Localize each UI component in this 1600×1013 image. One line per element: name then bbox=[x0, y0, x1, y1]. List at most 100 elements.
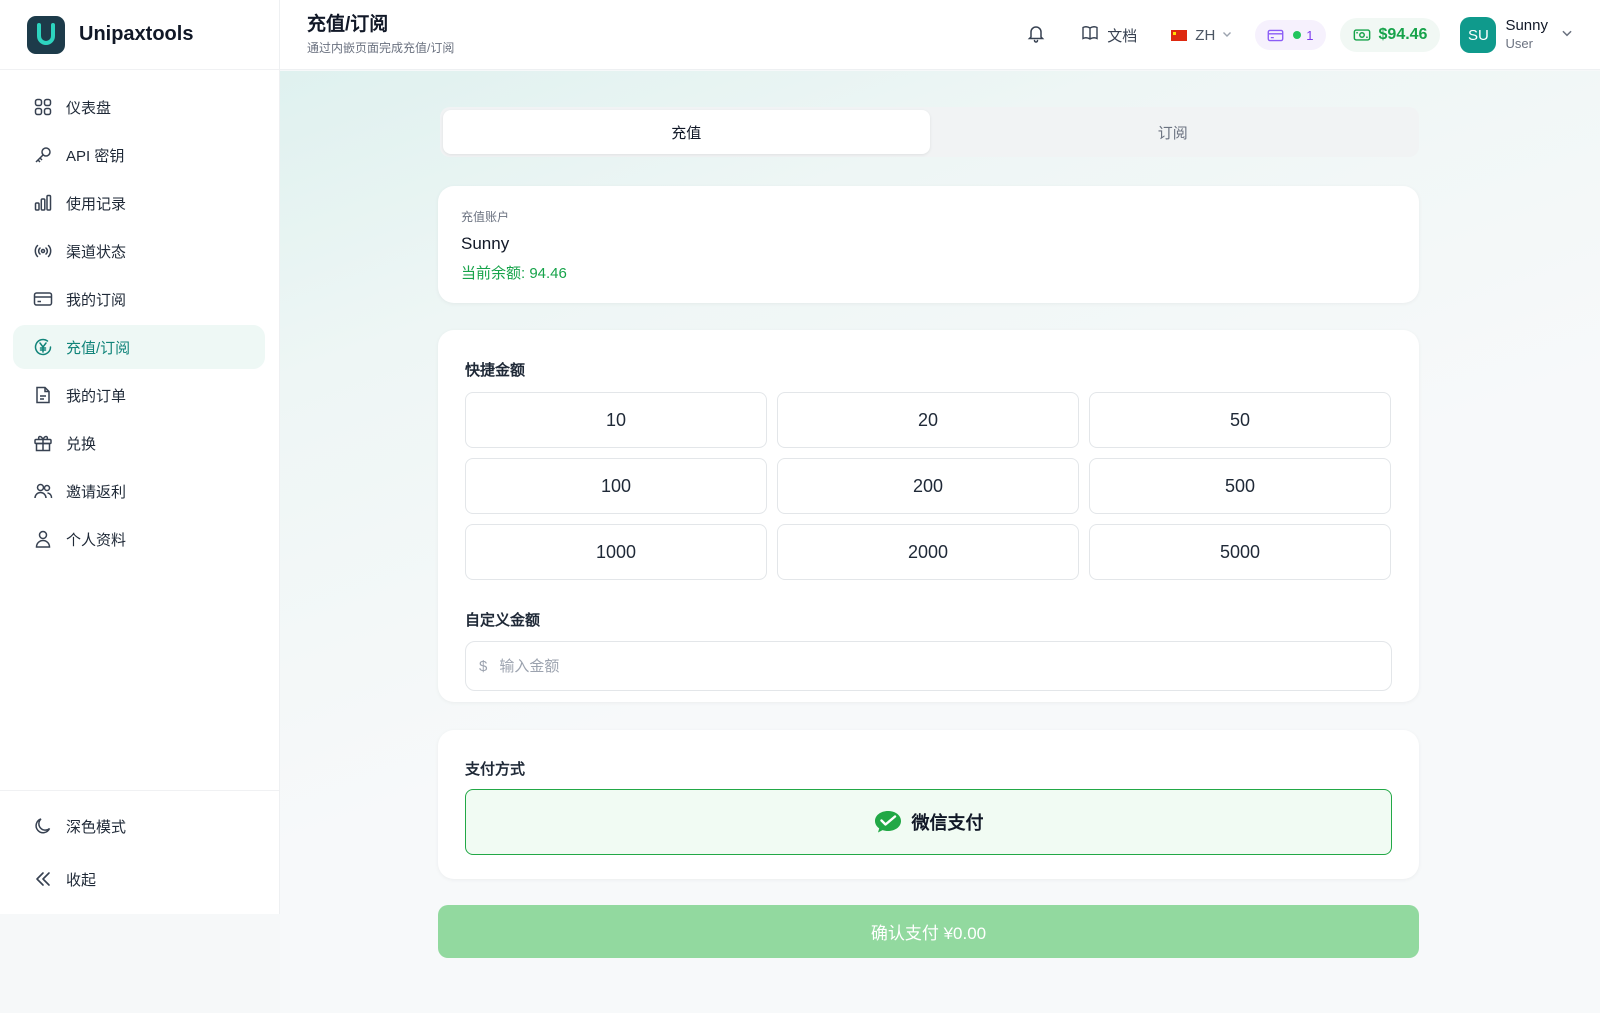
grid-icon bbox=[32, 96, 54, 118]
subscription-count: 1 bbox=[1306, 27, 1314, 43]
balance-amount: $94.46 bbox=[1378, 26, 1428, 43]
avatar: SU bbox=[1460, 17, 1497, 53]
sidebar-item-my-subscriptions[interactable]: 我的订阅 bbox=[13, 277, 265, 321]
amount-option-button[interactable]: 1000 bbox=[465, 524, 767, 580]
account-card: 充值账户 Sunny 当前余额: 94.46 bbox=[438, 186, 1419, 303]
document-icon bbox=[32, 384, 54, 406]
collapse-label: 收起 bbox=[66, 871, 97, 889]
sidebar-item-label: API 密钥 bbox=[66, 147, 125, 165]
sidebar-item-label: 使用记录 bbox=[66, 195, 127, 213]
book-icon bbox=[1081, 24, 1099, 46]
dark-mode-toggle[interactable]: 深色模式 bbox=[13, 804, 265, 848]
sidebar-item-label: 渠道状态 bbox=[66, 243, 127, 261]
payment-card: 支付方式 微信支付 bbox=[438, 730, 1419, 879]
sidebar-nav: 仪表盘 API 密钥 使用记录 渠道状态 我的订阅 充值/订阅 我的订单 兑换 … bbox=[0, 70, 279, 561]
bar-chart-icon bbox=[32, 192, 54, 214]
quick-amount-grid: 10 20 50 100 200 500 1000 2000 5000 bbox=[465, 392, 1392, 580]
custom-amount-input[interactable] bbox=[499, 657, 1391, 675]
sidebar-item-label: 我的订单 bbox=[66, 387, 127, 405]
sidebar-item-dashboard[interactable]: 仪表盘 bbox=[13, 85, 265, 129]
sidebar-item-redeem[interactable]: 兑换 bbox=[13, 421, 265, 465]
payment-method-label: 支付方式 bbox=[465, 761, 526, 778]
user-role: User bbox=[1505, 36, 1533, 51]
sidebar-item-api-keys[interactable]: API 密钥 bbox=[13, 133, 265, 177]
main-content: 充值 订阅 充值账户 Sunny 当前余额: 94.46 快捷金额 10 20 … bbox=[280, 71, 1600, 1013]
docs-label: 文档 bbox=[1107, 27, 1138, 45]
page-subtitle: 通过内嵌页面完成充值/订阅 bbox=[307, 41, 455, 55]
sidebar-item-recharge[interactable]: 充值/订阅 bbox=[13, 325, 265, 369]
amount-card: 快捷金额 10 20 50 100 200 500 1000 2000 5000… bbox=[438, 330, 1419, 702]
sidebar-item-channel-status[interactable]: 渠道状态 bbox=[13, 229, 265, 273]
users-icon bbox=[32, 480, 54, 502]
wechat-pay-icon bbox=[874, 810, 902, 834]
cash-icon bbox=[1353, 26, 1371, 44]
quick-amount-label: 快捷金额 bbox=[465, 362, 526, 379]
top-header: 充值/订阅 通过内嵌页面完成充值/订阅 文档 ZH 1 $94.46 SU Su… bbox=[280, 0, 1600, 70]
wechat-pay-option[interactable]: 微信支付 bbox=[465, 789, 1392, 855]
custom-amount-field[interactable]: $ bbox=[465, 641, 1392, 691]
user-icon bbox=[32, 528, 54, 550]
amount-option-button[interactable]: 20 bbox=[777, 392, 1079, 448]
sidebar-item-profile[interactable]: 个人资料 bbox=[13, 517, 265, 561]
confirm-payment-button[interactable]: 确认支付 ¥0.00 bbox=[438, 905, 1419, 958]
page-title-block: 充值/订阅 通过内嵌页面完成充值/订阅 bbox=[307, 13, 454, 56]
status-dot bbox=[1293, 31, 1302, 39]
custom-amount-label: 自定义金额 bbox=[465, 612, 541, 629]
brand-logo-icon bbox=[27, 15, 65, 54]
china-flag-icon bbox=[1171, 29, 1188, 41]
payment-method-name: 微信支付 bbox=[911, 813, 984, 833]
amount-option-button[interactable]: 50 bbox=[1089, 392, 1391, 448]
amount-option-button[interactable]: 10 bbox=[465, 392, 767, 448]
sidebar: Unipaxtools 仪表盘 API 密钥 使用记录 渠道状态 我的订阅 充值… bbox=[0, 0, 280, 914]
header-actions: 文档 ZH 1 $94.46 SU Sunny User bbox=[1026, 0, 1600, 70]
sidebar-item-label: 充值/订阅 bbox=[66, 339, 131, 357]
language-selector[interactable]: ZH bbox=[1171, 27, 1233, 44]
chevron-down-icon bbox=[1560, 26, 1574, 45]
page-title: 充值/订阅 bbox=[307, 14, 389, 35]
sidebar-item-label: 兑换 bbox=[66, 435, 97, 453]
user-info: Sunny User bbox=[1505, 17, 1548, 53]
sidebar-item-label: 邀请返利 bbox=[66, 483, 127, 501]
amount-option-button[interactable]: 500 bbox=[1089, 458, 1391, 514]
brand-name: Unipaxtools bbox=[79, 23, 194, 45]
currency-symbol: $ bbox=[479, 657, 488, 675]
collapse-sidebar-button[interactable]: 收起 bbox=[13, 857, 265, 901]
docs-link[interactable]: 文档 bbox=[1081, 24, 1137, 46]
app-root: Unipaxtools 仪表盘 API 密钥 使用记录 渠道状态 我的订阅 充值… bbox=[0, 0, 1600, 1013]
bell-icon bbox=[1026, 23, 1046, 47]
amount-option-button[interactable]: 100 bbox=[465, 458, 767, 514]
brand[interactable]: Unipaxtools bbox=[0, 0, 279, 70]
moon-icon bbox=[32, 815, 54, 837]
account-name: Sunny bbox=[461, 234, 510, 253]
sidebar-item-label: 仪表盘 bbox=[66, 99, 112, 117]
sidebar-item-my-orders[interactable]: 我的订单 bbox=[13, 373, 265, 417]
broadcast-icon bbox=[32, 240, 54, 262]
tab-recharge[interactable]: 充值 bbox=[443, 110, 930, 154]
credit-card-icon bbox=[32, 288, 54, 310]
yen-icon bbox=[32, 336, 54, 358]
sidebar-item-usage[interactable]: 使用记录 bbox=[13, 181, 265, 225]
user-name: Sunny bbox=[1505, 17, 1548, 34]
sidebar-bottom: 深色模式 收起 bbox=[0, 790, 279, 910]
subscription-badge[interactable]: 1 bbox=[1255, 20, 1326, 50]
account-balance: 当前余额: 94.46 bbox=[461, 265, 567, 282]
gift-icon bbox=[32, 432, 54, 454]
mode-tabs: 充值 订阅 bbox=[440, 107, 1419, 157]
dark-mode-label: 深色模式 bbox=[66, 818, 127, 836]
amount-option-button[interactable]: 2000 bbox=[777, 524, 1079, 580]
notifications-button[interactable] bbox=[1026, 23, 1046, 47]
sidebar-item-referral[interactable]: 邀请返利 bbox=[13, 469, 265, 513]
sidebar-item-label: 我的订阅 bbox=[66, 291, 127, 309]
chevron-down-icon bbox=[1221, 27, 1233, 44]
amount-option-button[interactable]: 200 bbox=[777, 458, 1079, 514]
language-label: ZH bbox=[1195, 26, 1216, 44]
balance-badge[interactable]: $94.46 bbox=[1339, 18, 1441, 52]
credit-card-icon bbox=[1267, 27, 1284, 44]
tab-subscribe[interactable]: 订阅 bbox=[930, 110, 1417, 154]
account-label: 充值账户 bbox=[461, 210, 510, 224]
sidebar-item-label: 个人资料 bbox=[66, 531, 127, 549]
amount-option-button[interactable]: 5000 bbox=[1089, 524, 1391, 580]
user-menu[interactable]: SU Sunny User bbox=[1460, 17, 1574, 53]
double-chevron-left-icon bbox=[32, 868, 54, 890]
key-icon bbox=[32, 144, 54, 166]
